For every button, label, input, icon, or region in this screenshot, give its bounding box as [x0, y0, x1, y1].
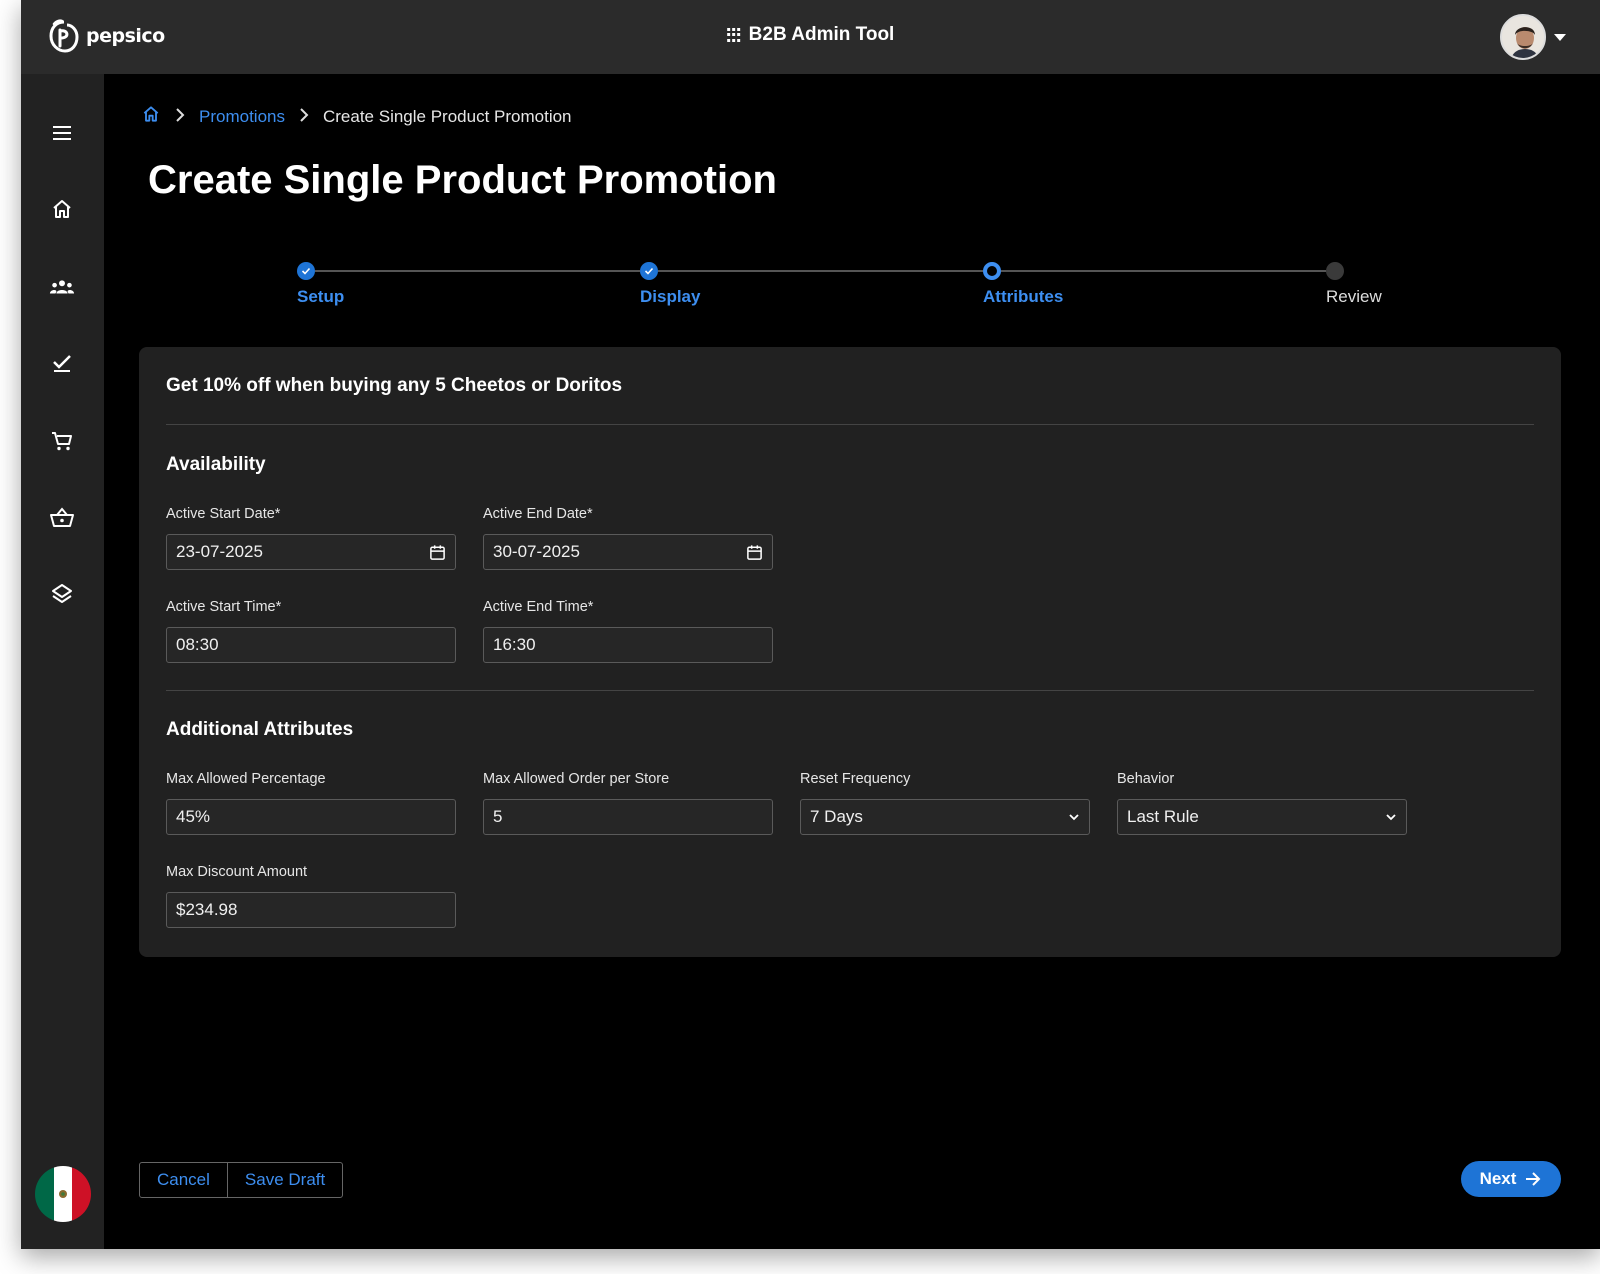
- brand-logo[interactable]: pepsico: [48, 18, 165, 54]
- max-discount-value: $234.98: [176, 900, 238, 919]
- start-date-input[interactable]: 23-07-2025: [166, 534, 456, 570]
- sidebar: [21, 74, 104, 1249]
- chevron-right-icon: [299, 106, 309, 127]
- start-date-label: Active Start Date*: [166, 506, 281, 522]
- additional-attributes-heading: Additional Attributes: [166, 719, 354, 740]
- divider: [166, 424, 1534, 425]
- step-display-label[interactable]: Display: [640, 287, 700, 307]
- end-time-input[interactable]: 16:30: [483, 627, 773, 663]
- apps-grid-icon[interactable]: [726, 28, 741, 42]
- mexico-flag-icon[interactable]: [35, 1166, 91, 1222]
- chevron-down-icon: [1386, 814, 1396, 821]
- basket-icon[interactable]: [49, 505, 75, 531]
- reset-frequency-select[interactable]: 7 Days: [800, 799, 1090, 835]
- step-setup-check-icon[interactable]: [297, 262, 315, 280]
- home-icon[interactable]: [141, 104, 161, 129]
- max-order-value: 5: [493, 807, 503, 826]
- arrow-right-icon: [1526, 1172, 1541, 1186]
- step-connector: [315, 270, 640, 272]
- start-time-input[interactable]: 08:30: [166, 627, 456, 663]
- end-time-value: 16:30: [493, 635, 536, 654]
- promotion-name: Get 10% off when buying any 5 Cheetos or…: [166, 375, 623, 396]
- step-connector: [658, 270, 983, 272]
- users-icon[interactable]: [49, 274, 75, 300]
- step-attributes-label[interactable]: Attributes: [983, 287, 1063, 307]
- max-order-input[interactable]: 5: [483, 799, 773, 835]
- breadcrumb: Promotions Create Single Product Promoti…: [141, 104, 572, 129]
- layers-icon[interactable]: [49, 581, 75, 607]
- footer-actions: Cancel Save Draft: [139, 1162, 344, 1198]
- step-attributes-dot[interactable]: [983, 262, 1001, 280]
- page-title: Create Single Product Promotion: [148, 158, 777, 202]
- avatar[interactable]: [1500, 14, 1546, 60]
- end-date-input[interactable]: 30-07-2025: [483, 534, 773, 570]
- max-percentage-input[interactable]: 45%: [166, 799, 456, 835]
- pepsico-logo-icon: [49, 19, 79, 53]
- step-review-label: Review: [1326, 287, 1382, 306]
- flag-red-stripe: [72, 1166, 91, 1222]
- flag-white-stripe: [53, 1166, 73, 1222]
- start-date-value: 23-07-2025: [176, 542, 263, 561]
- max-order-label: Max Allowed Order per Store: [483, 771, 670, 787]
- reset-frequency-value: 7 Days: [810, 807, 863, 826]
- user-photo-icon: [1502, 16, 1544, 58]
- behavior-select[interactable]: Last Rule: [1117, 799, 1407, 835]
- step-display-check-icon[interactable]: [640, 262, 658, 280]
- calendar-icon[interactable]: [746, 544, 763, 561]
- cancel-button[interactable]: Cancel: [140, 1163, 227, 1197]
- chevron-right-icon: [175, 106, 185, 127]
- brand-name: pepsico: [86, 25, 165, 47]
- progress-stepper: Setup Display Attributes Review: [297, 262, 1382, 322]
- chevron-down-icon: [1069, 814, 1079, 821]
- step-connector: [1001, 270, 1326, 272]
- max-discount-label: Max Discount Amount: [166, 864, 308, 880]
- next-button[interactable]: Next: [1461, 1161, 1561, 1197]
- home-icon[interactable]: [49, 196, 75, 222]
- reset-frequency-label: Reset Frequency: [800, 771, 911, 787]
- step-review-dot: [1326, 262, 1344, 280]
- behavior-label: Behavior: [1117, 771, 1175, 787]
- user-menu[interactable]: [1500, 14, 1566, 60]
- menu-icon[interactable]: [49, 120, 75, 146]
- flag-green-stripe: [35, 1166, 54, 1222]
- chevron-down-icon[interactable]: [1554, 33, 1566, 41]
- app-window: pepsico B2B Admin Tool Promotions Create…: [21, 0, 1600, 1249]
- behavior-value: Last Rule: [1127, 807, 1199, 826]
- breadcrumb-current: Create Single Product Promotion: [322, 106, 572, 126]
- end-time-label: Active End Time*: [483, 599, 594, 615]
- start-time-label: Active Start Time*: [166, 599, 282, 615]
- max-percentage-label: Max Allowed Percentage: [166, 771, 326, 787]
- breadcrumb-promotions-link[interactable]: Promotions: [199, 107, 285, 127]
- step-setup-label[interactable]: Setup: [297, 287, 344, 307]
- availability-heading: Availability: [166, 454, 266, 475]
- start-time-value: 08:30: [176, 635, 219, 654]
- app-title-text: B2B Admin Tool: [748, 24, 895, 45]
- next-button-label: Next: [1479, 1169, 1517, 1188]
- top-bar: pepsico B2B Admin Tool: [21, 0, 1600, 74]
- end-date-value: 30-07-2025: [493, 542, 580, 561]
- calendar-icon[interactable]: [429, 544, 446, 561]
- app-title: B2B Admin Tool: [726, 24, 895, 46]
- promotion-attributes-card: Get 10% off when buying any 5 Cheetos or…: [139, 347, 1561, 957]
- end-date-label: Active End Date*: [483, 506, 593, 522]
- divider: [166, 690, 1534, 691]
- max-discount-input[interactable]: $234.98: [166, 892, 456, 928]
- save-draft-button[interactable]: Save Draft: [226, 1163, 342, 1197]
- max-percentage-value: 45%: [176, 807, 211, 826]
- cart-icon[interactable]: [49, 428, 75, 454]
- checklist-icon[interactable]: [49, 350, 75, 376]
